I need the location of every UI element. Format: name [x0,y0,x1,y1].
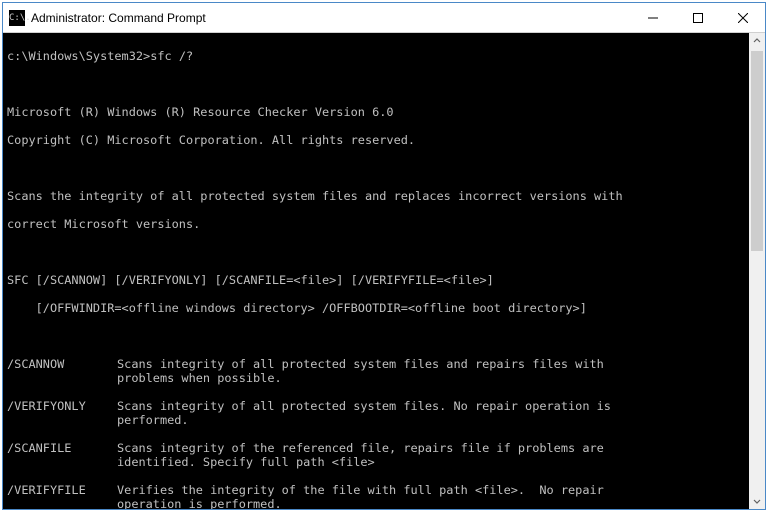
close-button[interactable] [720,3,765,32]
prompt: c:\Windows\System32> [7,49,150,63]
description-line: Scans the integrity of all protected sys… [7,189,745,203]
scroll-thumb[interactable] [751,51,763,251]
option-row: /VERIFYFILEVerifies the integrity of the… [7,483,745,509]
minimize-button[interactable] [630,3,675,32]
maximize-button[interactable] [675,3,720,32]
chevron-down-icon [753,497,761,505]
vertical-scrollbar[interactable] [749,33,765,509]
option-desc: Scans integrity of the referenced file, … [117,441,717,469]
titlebar[interactable]: C:\. Administrator: Command Prompt [3,3,765,33]
prompt-line: c:\Windows\System32>sfc /? [7,49,745,63]
option-desc: Scans integrity of all protected system … [117,357,717,385]
command-prompt-window: C:\. Administrator: Command Prompt c:\Wi… [2,2,766,510]
option-row: /SCANNOWScans integrity of all protected… [7,357,745,385]
option-desc: Verifies the integrity of the file with … [117,483,717,509]
option-key: /VERIFYONLY [7,399,117,427]
command-text: sfc /? [150,49,193,63]
scroll-up-button[interactable] [749,33,765,49]
option-key: /SCANFILE [7,441,117,469]
chevron-up-icon [753,37,761,45]
option-row: /VERIFYONLYScans integrity of all protec… [7,399,745,427]
option-key: /VERIFYFILE [7,483,117,509]
syntax-line: SFC [/SCANNOW] [/VERIFYONLY] [/SCANFILE=… [7,273,745,287]
window-title: Administrator: Command Prompt [31,11,630,25]
cmd-icon: C:\. [9,10,25,26]
description-line: correct Microsoft versions. [7,217,745,231]
syntax-line: [/OFFWINDIR=<offline windows directory> … [7,301,745,315]
header-line: Copyright (C) Microsoft Corporation. All… [7,133,745,147]
client-area: c:\Windows\System32>sfc /? Microsoft (R)… [3,33,765,509]
option-row: /SCANFILEScans integrity of the referenc… [7,441,745,469]
option-key: /SCANNOW [7,357,117,385]
option-desc: Scans integrity of all protected system … [117,399,717,427]
header-line: Microsoft (R) Windows (R) Resource Check… [7,105,745,119]
terminal-output[interactable]: c:\Windows\System32>sfc /? Microsoft (R)… [3,33,749,509]
scroll-down-button[interactable] [749,493,765,509]
window-controls [630,3,765,32]
